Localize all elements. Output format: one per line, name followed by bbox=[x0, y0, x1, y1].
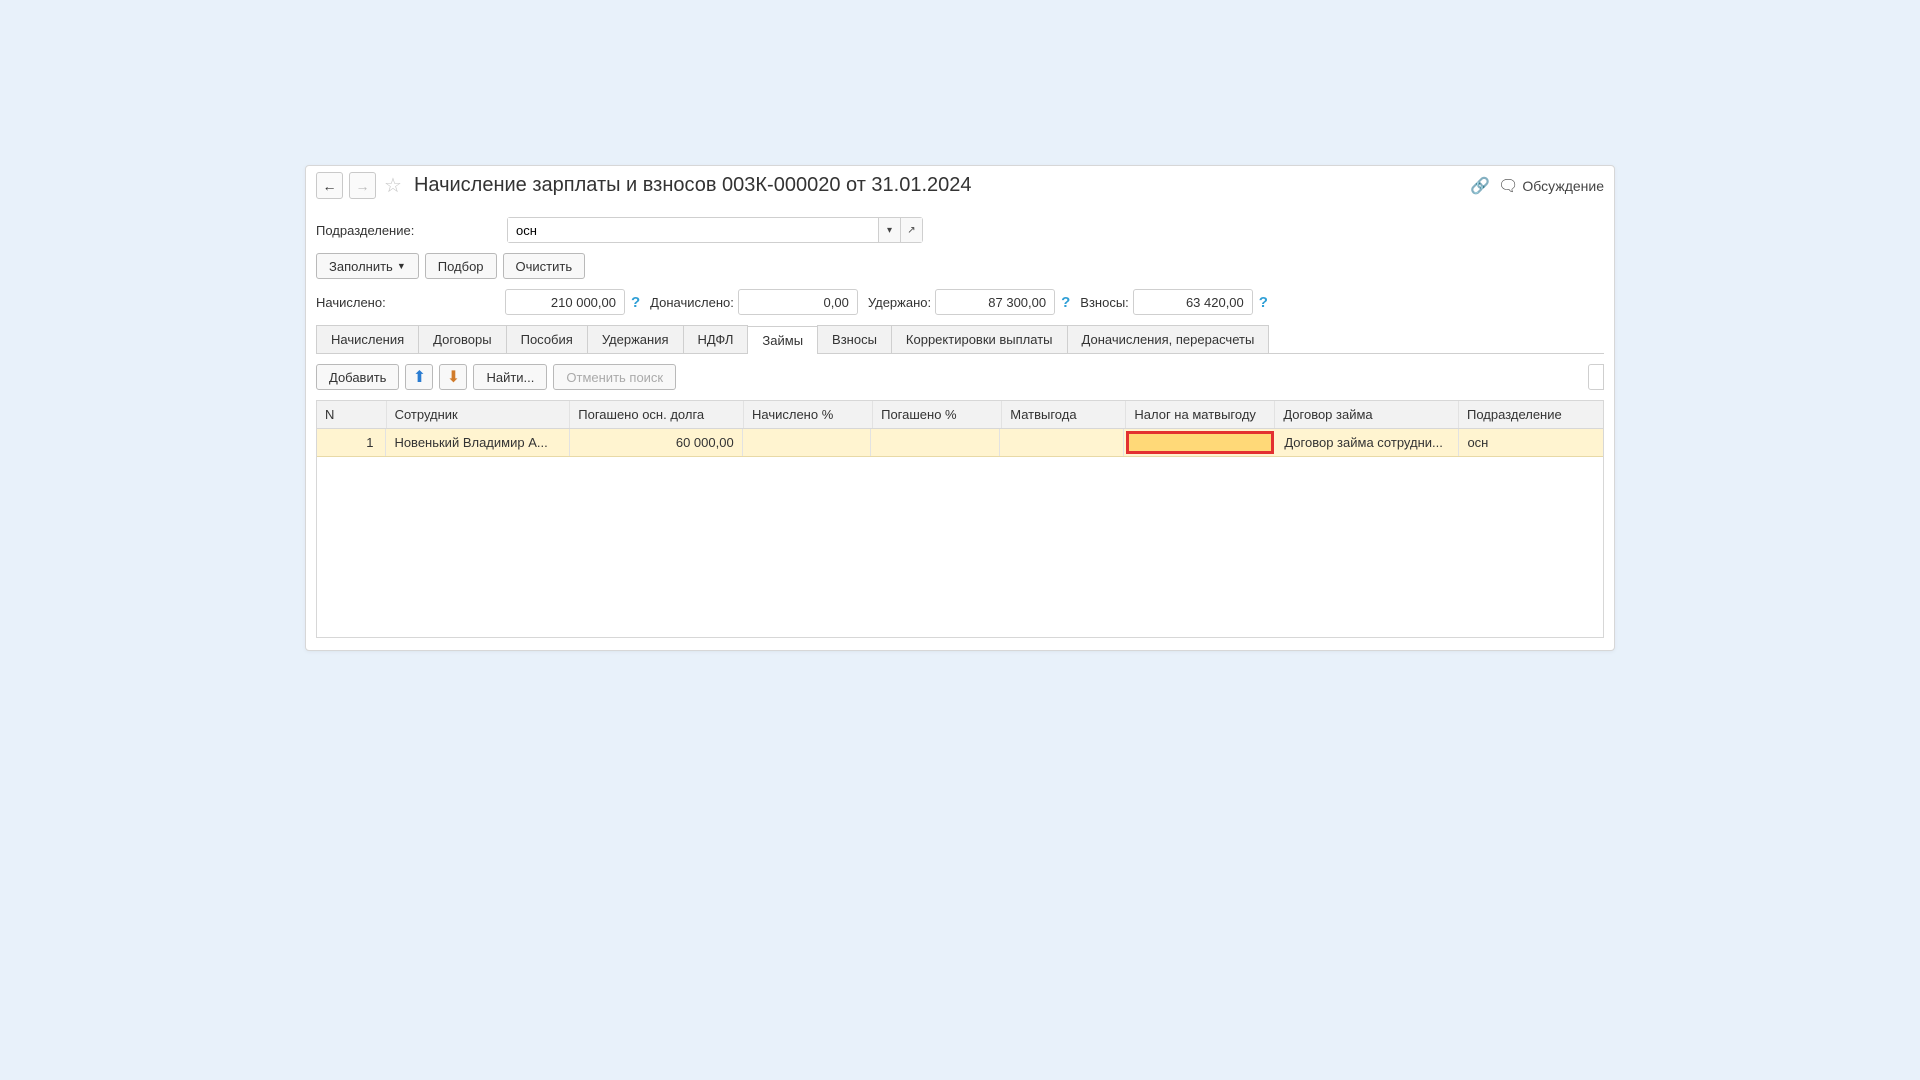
link-icon[interactable]: 🔗 bbox=[1470, 176, 1490, 196]
table-header: N Сотрудник Погашено осн. долга Начислен… bbox=[317, 401, 1603, 429]
help-icon[interactable]: ? bbox=[629, 294, 642, 311]
cell-principal-paid: 60 000,00 bbox=[570, 429, 743, 456]
table-row[interactable]: 1 Новенький Владимир А... 60 000,00 Дого… bbox=[317, 429, 1603, 457]
accrued-input[interactable] bbox=[505, 289, 625, 315]
header: ← → ☆ Начисление зарплаты и взносов 003К… bbox=[306, 166, 1614, 205]
department-select[interactable]: ▾ ↗ bbox=[507, 217, 923, 243]
tabs: Начисления Договоры Пособия Удержания НД… bbox=[316, 325, 1604, 354]
department-open-button[interactable]: ↗ bbox=[900, 218, 922, 242]
cell-n: 1 bbox=[317, 429, 386, 456]
cell-percent-accrued bbox=[743, 429, 872, 456]
window: ← → ☆ Начисление зарплаты и взносов 003К… bbox=[305, 165, 1615, 651]
department-row: Подразделение: ▾ ↗ bbox=[316, 217, 1604, 243]
move-up-button[interactable]: ⬆ bbox=[405, 364, 433, 390]
add-button-label: Добавить bbox=[329, 370, 386, 385]
find-button-label: Найти... bbox=[486, 370, 534, 385]
th-loan-contract[interactable]: Договор займа bbox=[1275, 401, 1459, 428]
body: Подразделение: ▾ ↗ Заполнить ▼ Подбор Оч… bbox=[306, 205, 1614, 650]
pick-button-label: Подбор bbox=[438, 259, 484, 274]
extra-label: Доначислено: bbox=[650, 295, 734, 310]
chevron-down-icon: ▾ bbox=[887, 225, 892, 236]
totals-row: Начислено: ? Доначислено: Удержано: ? Вз… bbox=[316, 289, 1604, 315]
department-input[interactable] bbox=[508, 218, 878, 242]
th-percent-accrued[interactable]: Начислено % bbox=[744, 401, 873, 428]
pick-button[interactable]: Подбор bbox=[425, 253, 497, 279]
cell-tax-on-benefit[interactable] bbox=[1126, 431, 1274, 454]
fill-button[interactable]: Заполнить ▼ bbox=[316, 253, 419, 279]
nav-back-button[interactable]: ← bbox=[316, 172, 343, 199]
move-down-button[interactable]: ⬇ bbox=[439, 364, 467, 390]
th-department[interactable]: Подразделение bbox=[1459, 401, 1603, 428]
tab-deductions[interactable]: Удержания bbox=[587, 325, 684, 353]
th-principal-paid[interactable]: Погашено осн. долга bbox=[570, 401, 744, 428]
tab-ndfl[interactable]: НДФЛ bbox=[683, 325, 749, 353]
th-tax-on-benefit[interactable]: Налог на матвыгоду bbox=[1126, 401, 1275, 428]
tab-contributions[interactable]: Взносы bbox=[817, 325, 892, 353]
withheld-label: Удержано: bbox=[868, 295, 931, 310]
fill-button-label: Заполнить bbox=[329, 259, 393, 274]
tab-corrections[interactable]: Корректировки выплаты bbox=[891, 325, 1068, 353]
discuss-button[interactable]: 🗨 Обсуждение bbox=[1498, 176, 1604, 196]
contrib-label: Взносы: bbox=[1080, 295, 1129, 310]
arrow-up-icon: ⬆ bbox=[413, 367, 426, 387]
tab-benefits[interactable]: Пособия bbox=[506, 325, 588, 353]
page-title: Начисление зарплаты и взносов 003К-00002… bbox=[410, 174, 1464, 197]
discuss-icon: 🗨 bbox=[1498, 176, 1518, 196]
help-icon[interactable]: ? bbox=[1257, 294, 1270, 311]
tab-loans[interactable]: Займы bbox=[747, 326, 818, 354]
th-n[interactable]: N bbox=[317, 401, 387, 428]
tab-accruals[interactable]: Начисления bbox=[316, 325, 419, 353]
arrow-down-icon: ⬇ bbox=[447, 367, 460, 387]
accrued-label: Начислено: bbox=[316, 295, 501, 310]
help-icon[interactable]: ? bbox=[1059, 294, 1072, 311]
department-label: Подразделение: bbox=[316, 223, 501, 238]
buttons-row: Заполнить ▼ Подбор Очистить bbox=[316, 253, 1604, 279]
star-icon[interactable]: ☆ bbox=[384, 173, 402, 198]
arrow-right-icon: → bbox=[356, 178, 370, 194]
th-percent-repaid[interactable]: Погашено % bbox=[873, 401, 1002, 428]
withheld-input[interactable] bbox=[935, 289, 1055, 315]
cell-material-benefit bbox=[1000, 429, 1124, 456]
clear-button-label: Очистить bbox=[516, 259, 573, 274]
tab-contracts[interactable]: Договоры bbox=[418, 325, 506, 353]
nav-forward-button[interactable]: → bbox=[349, 172, 376, 199]
cell-employee: Новенький Владимир А... bbox=[386, 429, 569, 456]
loans-table: N Сотрудник Погашено осн. долга Начислен… bbox=[316, 400, 1604, 638]
table-empty-area bbox=[317, 457, 1603, 637]
cancel-search-button[interactable]: Отменить поиск bbox=[553, 364, 676, 390]
extra-input[interactable] bbox=[738, 289, 858, 315]
table-toolbar: Добавить ⬆ ⬇ Найти... Отменить поиск bbox=[316, 364, 1604, 390]
th-employee[interactable]: Сотрудник bbox=[387, 401, 571, 428]
arrow-left-icon: ← bbox=[323, 178, 337, 194]
cell-department: осн bbox=[1459, 429, 1603, 456]
contrib-input[interactable] bbox=[1133, 289, 1253, 315]
header-right: 🔗 🗨 Обсуждение bbox=[1470, 176, 1604, 196]
discuss-label: Обсуждение bbox=[1522, 178, 1604, 194]
tab-recalculations[interactable]: Доначисления, перерасчеты bbox=[1067, 325, 1270, 353]
find-button[interactable]: Найти... bbox=[473, 364, 547, 390]
th-material-benefit[interactable]: Матвыгода bbox=[1002, 401, 1126, 428]
cell-percent-repaid bbox=[871, 429, 1000, 456]
clear-button[interactable]: Очистить bbox=[503, 253, 586, 279]
toolbar-overflow[interactable] bbox=[1588, 364, 1604, 390]
department-dropdown-button[interactable]: ▾ bbox=[878, 218, 900, 242]
add-button[interactable]: Добавить bbox=[316, 364, 399, 390]
open-icon: ↗ bbox=[907, 225, 915, 236]
chevron-down-icon: ▼ bbox=[397, 261, 406, 271]
cell-loan-contract: Договор займа сотрудни... bbox=[1276, 429, 1459, 456]
cancel-search-label: Отменить поиск bbox=[566, 370, 663, 385]
